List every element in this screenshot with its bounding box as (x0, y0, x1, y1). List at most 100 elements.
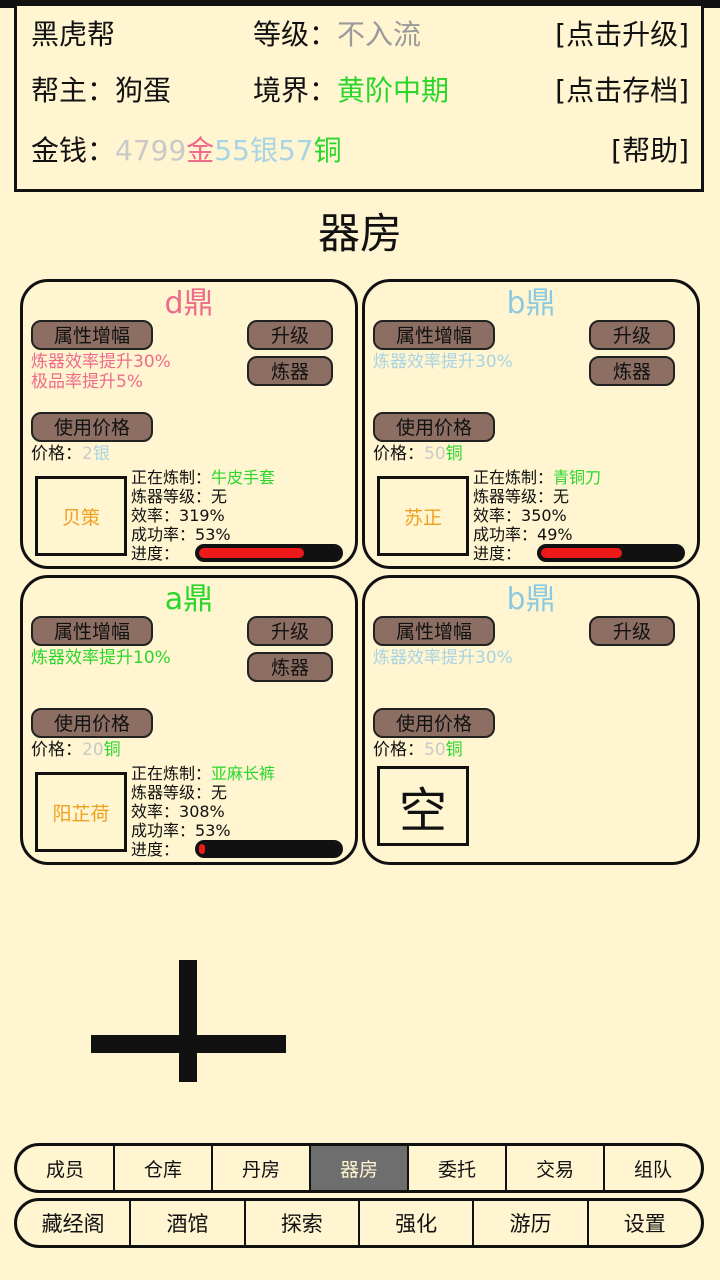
leader-info: 帮主：狗蛋 (31, 74, 171, 108)
tab-alchemy[interactable]: 丹房 (213, 1146, 311, 1190)
tab-trade[interactable]: 交易 (507, 1146, 605, 1190)
success-value: 53% (195, 821, 231, 840)
realm-value: 黄阶中期 (337, 74, 450, 107)
gang-name: 黑虎帮 (31, 18, 116, 51)
efficiency-label: 效率： (131, 802, 180, 821)
gang-header: 黑虎帮 等级：不入流 [点击升级] 帮主：狗蛋 境界：黄阶中期 [点击存档] 金… (14, 6, 704, 192)
attribute-boost-button[interactable]: 属性增幅 (373, 320, 495, 350)
tab-travel[interactable]: 游历 (474, 1201, 589, 1245)
forge-level-label: 炼器等级： (131, 487, 212, 506)
making-item: 牛皮手套 (211, 468, 276, 487)
upgrade-button[interactable]: 升级 (589, 616, 675, 646)
progress-bar (195, 840, 343, 858)
forge-button[interactable]: 炼器 (247, 356, 333, 386)
price-unit: 铜 (445, 740, 463, 760)
success-label: 成功率： (131, 821, 196, 840)
empty-worker-slot[interactable]: 空 (377, 766, 469, 846)
gold-amount: 4799 (115, 134, 187, 167)
progress-fill (199, 844, 205, 854)
progress-bar (537, 544, 685, 562)
effect-line: 炼器效率提升10% (31, 648, 171, 668)
gold-unit: 金 (186, 134, 215, 167)
price-amount: 20 (82, 740, 104, 760)
cauldron-card: d鼎 属性增幅 升级 炼器 炼器效率提升30% 极品率提升5% 使用价格 价格：… (20, 279, 358, 569)
making-label: 正在炼制： (131, 764, 212, 783)
silver-unit: 银 (249, 134, 278, 167)
copper-unit: 铜 (313, 134, 342, 167)
price-info: 价格：2银 (31, 444, 110, 464)
price-unit: 银 (92, 444, 110, 464)
attribute-boost-button[interactable]: 属性增幅 (31, 320, 153, 350)
realm-info: 境界：黄阶中期 (253, 74, 449, 108)
attribute-boost-button[interactable]: 属性增幅 (373, 616, 495, 646)
secondary-tab-bar: 藏经阁 酒馆 探索 强化 游历 设置 (14, 1198, 704, 1248)
level-info: 等级：不入流 (253, 18, 421, 52)
tab-commission[interactable]: 委托 (409, 1146, 507, 1190)
tab-scripture-pavilion[interactable]: 藏经阁 (17, 1201, 132, 1245)
money-info: 金钱：4799金55银57铜 (31, 134, 342, 168)
upgrade-button[interactable]: 升级 (589, 320, 675, 350)
progress-fill (199, 548, 304, 558)
upgrade-button[interactable]: 升级 (247, 616, 333, 646)
forge-level-label: 炼器等级： (473, 487, 554, 506)
usage-price-button[interactable]: 使用价格 (373, 708, 495, 738)
tab-team[interactable]: 组队 (605, 1146, 701, 1190)
price-amount: 50 (424, 444, 446, 464)
worker-slot[interactable]: 贝策 (35, 476, 127, 556)
forge-level: 无 (211, 487, 228, 506)
realm-label: 境界： (253, 74, 338, 107)
help-link[interactable]: [帮助] (611, 134, 689, 168)
price-unit: 铜 (445, 444, 463, 464)
worker-name: 苏正 (403, 506, 442, 529)
leader-label: 帮主： (31, 74, 116, 107)
tab-members[interactable]: 成员 (17, 1146, 115, 1190)
success-label: 成功率： (473, 525, 538, 544)
forge-level: 无 (211, 783, 228, 802)
price-info: 价格：20铜 (31, 740, 121, 760)
attribute-boost-button[interactable]: 属性增幅 (31, 616, 153, 646)
progress-label: 进度： (473, 544, 522, 563)
efficiency-label: 效率： (131, 506, 180, 525)
main-tab-bar: 成员 仓库 丹房 器房 委托 交易 组队 (14, 1143, 704, 1193)
progress-fill (541, 548, 622, 558)
money-label: 金钱： (31, 134, 116, 167)
cauldron-title: a鼎 (164, 582, 214, 617)
tab-warehouse[interactable]: 仓库 (115, 1146, 213, 1190)
plus-icon[interactable] (179, 960, 197, 1082)
price-label: 价格： (31, 740, 82, 760)
usage-price-button[interactable]: 使用价格 (373, 412, 495, 442)
tab-settings[interactable]: 设置 (589, 1201, 701, 1245)
cauldron-title: b鼎 (506, 582, 556, 617)
plus-icon[interactable] (91, 1035, 286, 1053)
worker-name: 阳芷荷 (52, 802, 110, 825)
worker-name: 贝策 (61, 506, 100, 529)
upgrade-button[interactable]: 升级 (247, 320, 333, 350)
price-label: 价格： (31, 444, 82, 464)
copper-amount: 57 (277, 134, 314, 167)
price-label: 价格： (373, 740, 424, 760)
usage-price-button[interactable]: 使用价格 (31, 708, 153, 738)
usage-price-button[interactable]: 使用价格 (31, 412, 153, 442)
forge-level: 无 (553, 487, 570, 506)
price-amount: 2 (82, 444, 93, 464)
forge-button[interactable]: 炼器 (247, 652, 333, 682)
making-label: 正在炼制： (473, 468, 554, 487)
tab-tavern[interactable]: 酒馆 (131, 1201, 246, 1245)
efficiency-label: 效率： (473, 506, 522, 525)
page-title: 器房 (317, 209, 402, 258)
save-link[interactable]: [点击存档] (555, 74, 689, 108)
upgrade-link[interactable]: [点击升级] (555, 18, 689, 52)
price-label: 价格： (373, 444, 424, 464)
tab-forge-room[interactable]: 器房 (311, 1146, 409, 1190)
worker-slot[interactable]: 阳芷荷 (35, 772, 127, 852)
efficiency-value: 308% (179, 802, 225, 821)
worker-slot[interactable]: 苏正 (377, 476, 469, 556)
cauldron-title: d鼎 (164, 286, 214, 321)
success-label: 成功率： (131, 525, 196, 544)
cauldron-card: b鼎 属性增幅 升级 炼器效率提升30% 使用价格 价格：50铜 空 (362, 575, 700, 865)
tab-explore[interactable]: 探索 (246, 1201, 360, 1245)
price-info: 价格：50铜 (373, 740, 463, 760)
tab-enhance[interactable]: 强化 (360, 1201, 475, 1245)
price-amount: 50 (424, 740, 446, 760)
forge-button[interactable]: 炼器 (589, 356, 675, 386)
